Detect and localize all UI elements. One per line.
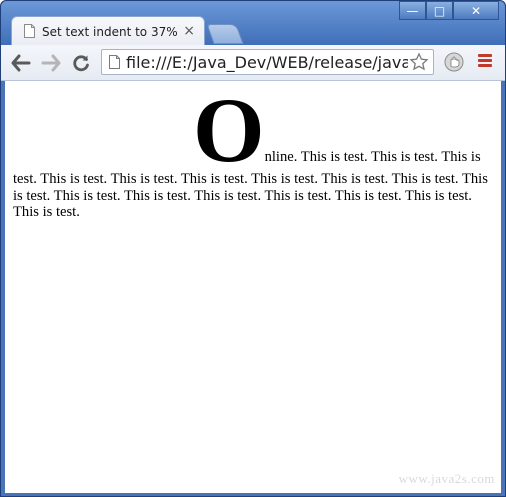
browser-window: Set text indent to 37% × — □ ✕ file:///E… xyxy=(0,0,506,497)
maximize-icon: □ xyxy=(433,3,446,18)
paragraph: Online. This is test. This is test. This… xyxy=(13,84,499,221)
page-icon xyxy=(109,55,120,69)
minimize-icon: — xyxy=(406,3,419,18)
window-controls: — □ ✕ xyxy=(399,1,499,21)
extension-icon[interactable] xyxy=(444,52,464,72)
close-tab-icon[interactable]: × xyxy=(183,23,195,39)
page-icon xyxy=(24,24,35,38)
close-window-button[interactable]: ✕ xyxy=(453,1,499,20)
close-icon: ✕ xyxy=(470,3,482,18)
forward-button[interactable] xyxy=(39,51,63,75)
star-icon[interactable] xyxy=(409,52,429,72)
watermark: www.java2s.com xyxy=(398,471,495,486)
tab-active[interactable]: Set text indent to 37% × xyxy=(11,16,205,46)
page-content: Online. This is test. This is test. This… xyxy=(5,81,501,493)
menu-icon-bar xyxy=(478,59,492,62)
reload-button[interactable] xyxy=(69,51,93,75)
tab-title: Set text indent to 37% xyxy=(42,25,178,39)
toolbar: file:///E:/Java_Dev/WEB/release/java2sID xyxy=(1,45,505,81)
address-bar[interactable]: file:///E:/Java_Dev/WEB/release/java2sID xyxy=(101,49,434,75)
reload-icon xyxy=(73,55,89,72)
maximize-button[interactable]: □ xyxy=(426,1,453,20)
minimize-button[interactable]: — xyxy=(399,1,426,20)
drop-cap: O xyxy=(193,79,265,181)
forward-arrow-icon xyxy=(41,54,61,72)
menu-icon-bar xyxy=(478,64,492,67)
back-arrow-icon xyxy=(11,54,31,72)
menu-button[interactable] xyxy=(478,54,492,69)
new-tab-button[interactable] xyxy=(206,24,244,44)
tab-strip: Set text indent to 37% × — □ ✕ xyxy=(1,1,505,46)
menu-icon xyxy=(478,54,492,57)
url-text: file:///E:/Java_Dev/WEB/release/java2sID xyxy=(126,53,408,72)
back-button[interactable] xyxy=(9,51,33,75)
